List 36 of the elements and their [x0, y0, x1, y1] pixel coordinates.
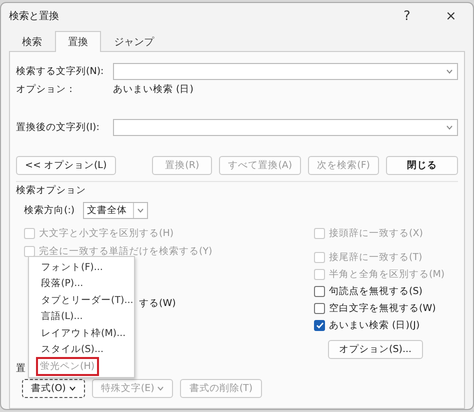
menu-item[interactable]: 言語(L)... [41, 310, 83, 324]
tab[interactable]: ジャンプ [101, 31, 167, 52]
dialog-button[interactable]: 閉じる [386, 156, 458, 175]
tab[interactable]: 置換 [55, 31, 101, 52]
checkbox-option[interactable]: 空白文字を無視する(W) [314, 302, 458, 316]
checkbox-label: する(W) [139, 297, 177, 310]
direction-label: 検索方向(:) [24, 204, 76, 217]
options-value: あいまい検索 (日) [113, 82, 194, 96]
tab[interactable]: 検索 [9, 31, 55, 52]
direction-select[interactable]: 文書全体 [83, 202, 148, 219]
checkbox-option[interactable]: 句読点を無視する(S) [314, 285, 458, 298]
dialog-button[interactable]: << オプション(L) [16, 156, 116, 175]
section-title: 検索オプション [16, 185, 86, 196]
format-button[interactable]: 書式(O) [22, 379, 85, 398]
close-button[interactable]: × [429, 3, 473, 29]
section-title: 置 [16, 362, 26, 375]
caret-icon [137, 208, 144, 213]
options-button[interactable]: オプション(S)... [328, 340, 423, 359]
window-title: 検索と置換 [9, 10, 60, 23]
checkbox-option[interactable]: あいまい検索 (日)(J) [314, 319, 458, 332]
help-button[interactable]: ? [385, 3, 429, 29]
menu-item[interactable]: レイアウト枠(M)... [41, 326, 126, 340]
find-field[interactable] [113, 62, 458, 80]
caret-icon [446, 124, 453, 130]
menu-item[interactable]: タブとリーダー(T)... [41, 294, 134, 307]
caret-icon [446, 68, 453, 74]
replace-field[interactable] [113, 118, 458, 136]
menu-item[interactable]: スタイル(S)... [41, 343, 104, 356]
checkmark-icon [316, 322, 324, 330]
options-label: オプション： [16, 82, 77, 96]
replace-label: 置換後の文字列(I): [16, 120, 100, 134]
caret-icon [157, 386, 164, 391]
find-label: 検索する文字列(N): [16, 64, 105, 78]
caret-icon [68, 386, 76, 391]
menu-item[interactable]: フォント(F)... [41, 260, 103, 274]
menu-item[interactable]: 段落(P)... [41, 277, 84, 290]
